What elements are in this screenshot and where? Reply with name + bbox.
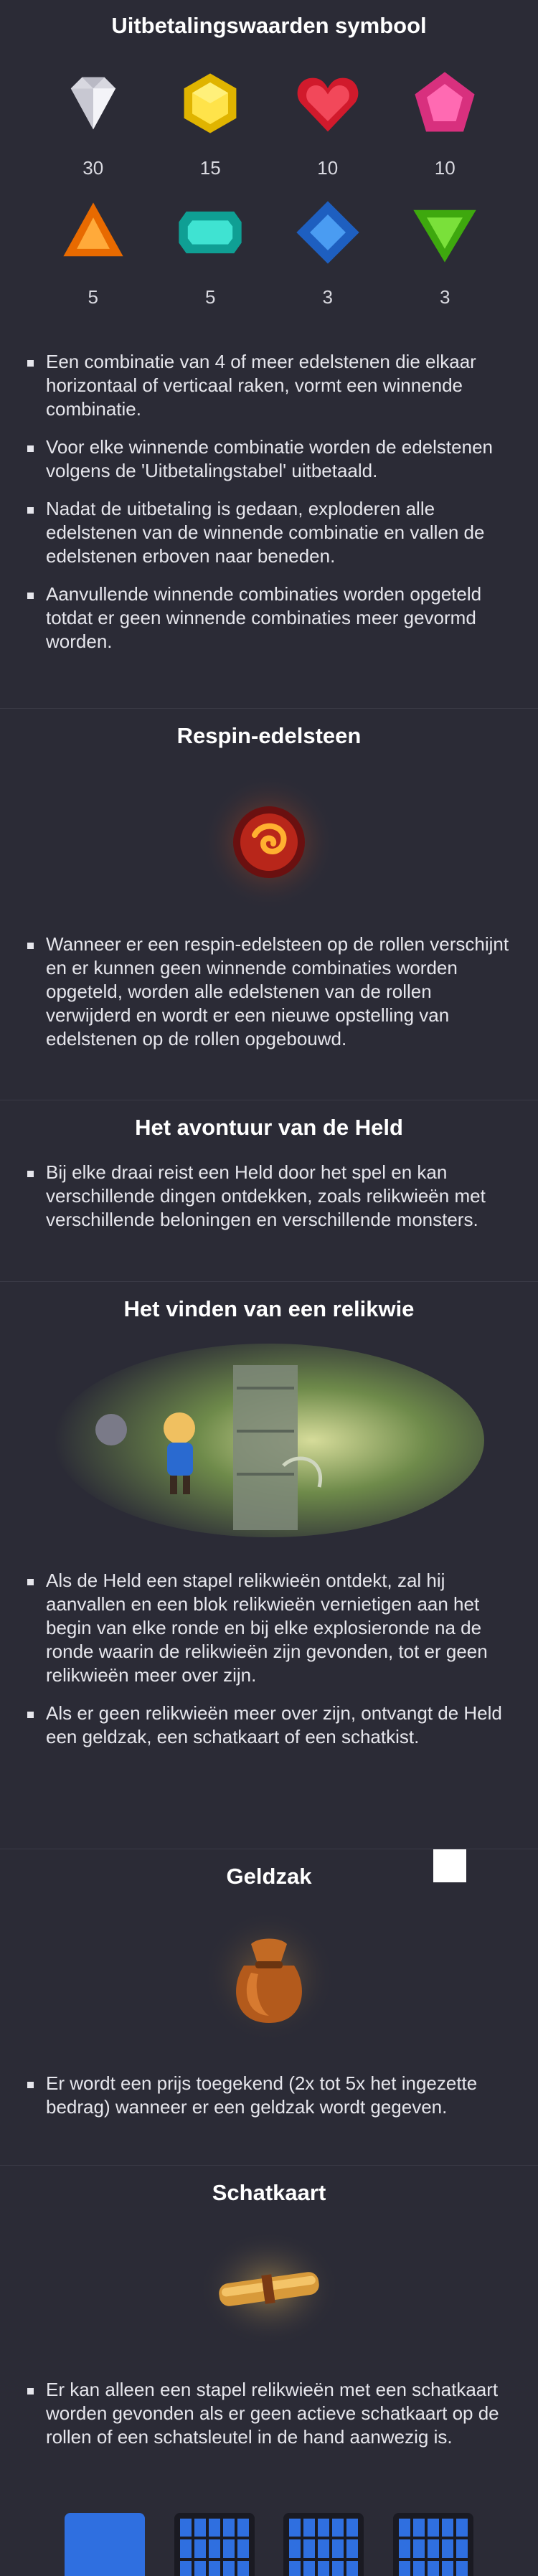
- respin-gem-icon: [201, 774, 337, 910]
- gem-value: 15: [199, 157, 221, 179]
- white-diamond-icon: [70, 77, 115, 130]
- list-item: Bij elke draai reist een Held door het s…: [27, 1161, 509, 1232]
- hero-relic-scene-image: [54, 1344, 484, 1537]
- gem-cell-yellow: 15: [152, 59, 270, 188]
- gem-cell-orange-triangle: 5: [34, 188, 152, 317]
- treasuremap-section: Schatkaart Er kan alleen een stapel reli…: [0, 2166, 538, 2576]
- gem-grid: 30 15 10 10 5 5 3 3: [34, 59, 504, 317]
- adventure-rules-list: Bij elke draai reist een Held door het s…: [0, 1161, 538, 1232]
- yellow-gem-icon: [184, 73, 237, 133]
- respin-section: Respin-edelsteen Wanneer er een respin-e…: [0, 709, 538, 1100]
- gem-value: 5: [88, 286, 98, 308]
- adventure-section: Het avontuur van de Held Bij elke draai …: [0, 1100, 538, 1282]
- gem-value: 10: [317, 157, 339, 179]
- list-item: Aanvullende winnende combinaties worden …: [27, 582, 509, 654]
- treasure-map-grid-icon: [65, 2513, 145, 2576]
- gem-cell-red-heart: 10: [269, 59, 387, 188]
- list-item: Als er geen relikwieën meer over zijn, o…: [27, 1702, 509, 1749]
- treasure-map-grid-icon: [283, 2513, 364, 2576]
- blue-square-gem-icon: [296, 201, 359, 264]
- treasuremap-rules-list: Er kan alleen een stapel relikwieën met …: [0, 2378, 538, 2449]
- white-square: [433, 1849, 466, 1882]
- treasuremap-title: Schatkaart: [212, 2180, 326, 2205]
- treasure-map-scroll-icon: [199, 2231, 339, 2346]
- list-item: Wanneer er een respin-edelsteen op de ro…: [27, 933, 509, 1051]
- relic-rules-list: Als de Held een stapel relikwieën ontdek…: [0, 1569, 538, 1749]
- gem-value: 5: [205, 286, 216, 308]
- gem-cell-blue-square: 3: [269, 188, 387, 317]
- respin-rules-list: Wanneer er een respin-edelsteen op de ro…: [0, 933, 538, 1051]
- moneybag-section: Geldzak Er wordt een prijs toegekend (2x…: [0, 1849, 538, 2166]
- moneybag-rules-list: Er wordt een prijs toegekend (2x tot 5x …: [0, 2072, 538, 2119]
- treasure-map-grid-icon: [392, 2513, 473, 2576]
- relic-section: Het vinden van een relikwie Als de Held …: [0, 1282, 538, 1849]
- adventure-title: Het avontuur van de Held: [135, 1115, 403, 1140]
- relic-title: Het vinden van een relikwie: [123, 1296, 415, 1321]
- gem-value: 3: [440, 286, 450, 308]
- map-grid-row: [65, 2513, 473, 2576]
- orange-triangle-gem-icon: [63, 202, 123, 257]
- money-bag-icon: [203, 1910, 335, 2042]
- symbol-payout-title: Uitbetalingswaarden symbool: [111, 13, 427, 38]
- list-item: Als de Held een stapel relikwieën ontdek…: [27, 1569, 509, 1687]
- gem-value: 10: [434, 157, 456, 179]
- red-heart-gem-icon: [297, 77, 359, 132]
- list-item: Er kan alleen een stapel relikwieën met …: [27, 2378, 509, 2449]
- teal-emerald-gem-icon: [179, 211, 242, 254]
- gem-value: 3: [322, 286, 333, 308]
- monster-icon: [95, 1414, 127, 1445]
- green-triangle-gem-icon: [413, 209, 476, 263]
- respin-title: Respin-edelsteen: [176, 723, 362, 748]
- gem-value: 30: [82, 157, 104, 179]
- list-item: Nadat de uitbetaling is gedaan, exploder…: [27, 497, 509, 568]
- gem-cell-white-diamond: 30: [34, 59, 152, 188]
- list-item: Er wordt een prijs toegekend (2x tot 5x …: [27, 2072, 509, 2119]
- symbol-payout-section: Uitbetalingswaarden symbool 30 15 10 10 …: [0, 0, 538, 709]
- gem-cell-teal-emerald: 5: [152, 188, 270, 317]
- symbol-rules-list: Een combinatie van 4 of meer edelstenen …: [0, 350, 538, 654]
- treasure-map-grid-icon: [174, 2513, 255, 2576]
- list-item: Voor elke winnende combinatie worden de …: [27, 435, 509, 483]
- gem-cell-green-triangle: 3: [387, 188, 504, 317]
- pink-pentagon-gem-icon: [415, 72, 475, 132]
- gem-cell-pink-pentagon: 10: [387, 59, 504, 188]
- list-item: Een combinatie van 4 of meer edelstenen …: [27, 350, 509, 421]
